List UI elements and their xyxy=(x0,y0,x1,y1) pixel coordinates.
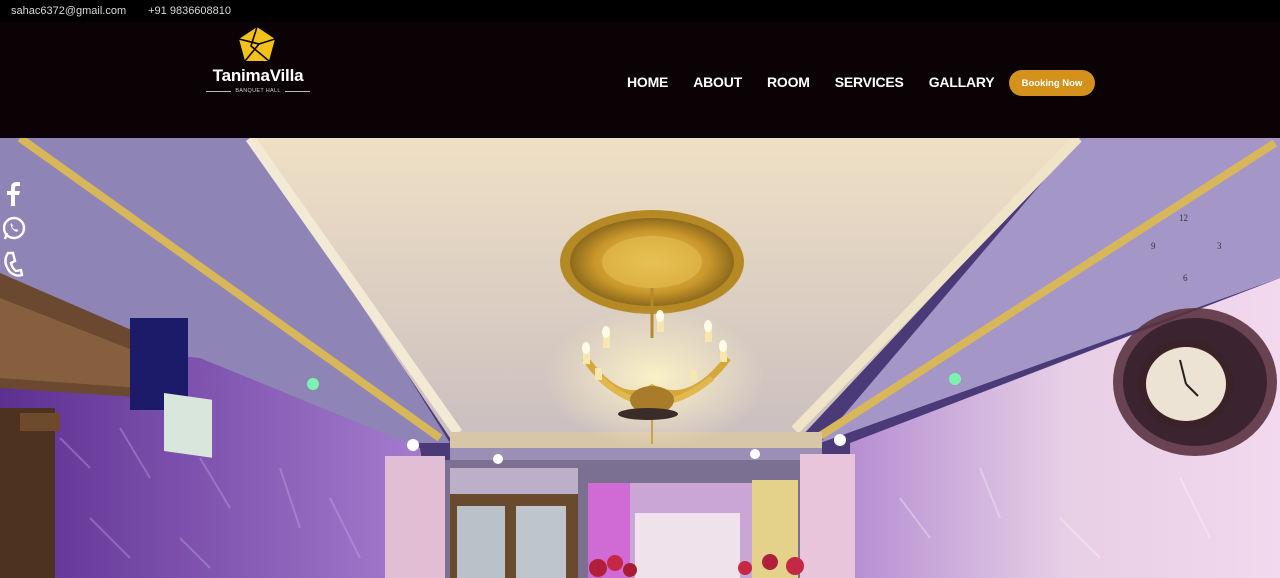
logo-mark-icon xyxy=(238,26,276,62)
nav-room[interactable]: ROOM xyxy=(767,74,810,90)
brand-name: TanimaVilla xyxy=(212,66,304,85)
booking-now-button[interactable]: Booking Now xyxy=(1009,70,1095,96)
clock-numeral-6: 6 xyxy=(1183,273,1188,283)
whatsapp-icon[interactable] xyxy=(0,214,28,242)
nav-gallary[interactable]: GALLARY xyxy=(929,74,995,90)
hero-hall-illustration xyxy=(0,138,1280,578)
site-header: TanimaVilla BANQUET HALL HOME ABOUT ROOM… xyxy=(0,22,1280,138)
phone-text[interactable]: +91 9836608810 xyxy=(148,5,231,17)
clock-numeral-12: 12 xyxy=(1179,213,1188,223)
top-contact-bar: sahac6372@gmail.com +91 9836608810 xyxy=(0,0,1280,22)
nav-home[interactable]: HOME xyxy=(627,74,668,90)
nav-about[interactable]: ABOUT xyxy=(693,74,742,90)
nav-services[interactable]: SERVICES xyxy=(835,74,904,90)
clock-icon xyxy=(1113,308,1277,456)
brand-tagline: BANQUET HALL xyxy=(235,88,281,94)
clock-numeral-9: 9 xyxy=(1151,241,1156,251)
facebook-icon[interactable] xyxy=(0,180,28,208)
logo[interactable]: TanimaVilla BANQUET HALL xyxy=(202,26,314,96)
brand-tagline-row: BANQUET HALL xyxy=(206,86,310,96)
main-nav: HOME ABOUT ROOM SERVICES GALLARY xyxy=(627,74,1019,90)
phone-icon[interactable] xyxy=(0,250,28,278)
hero-banner: 12 3 6 9 xyxy=(0,138,1280,578)
clock-numeral-3: 3 xyxy=(1217,241,1222,251)
email-text[interactable]: sahac6372@gmail.com xyxy=(11,5,126,17)
